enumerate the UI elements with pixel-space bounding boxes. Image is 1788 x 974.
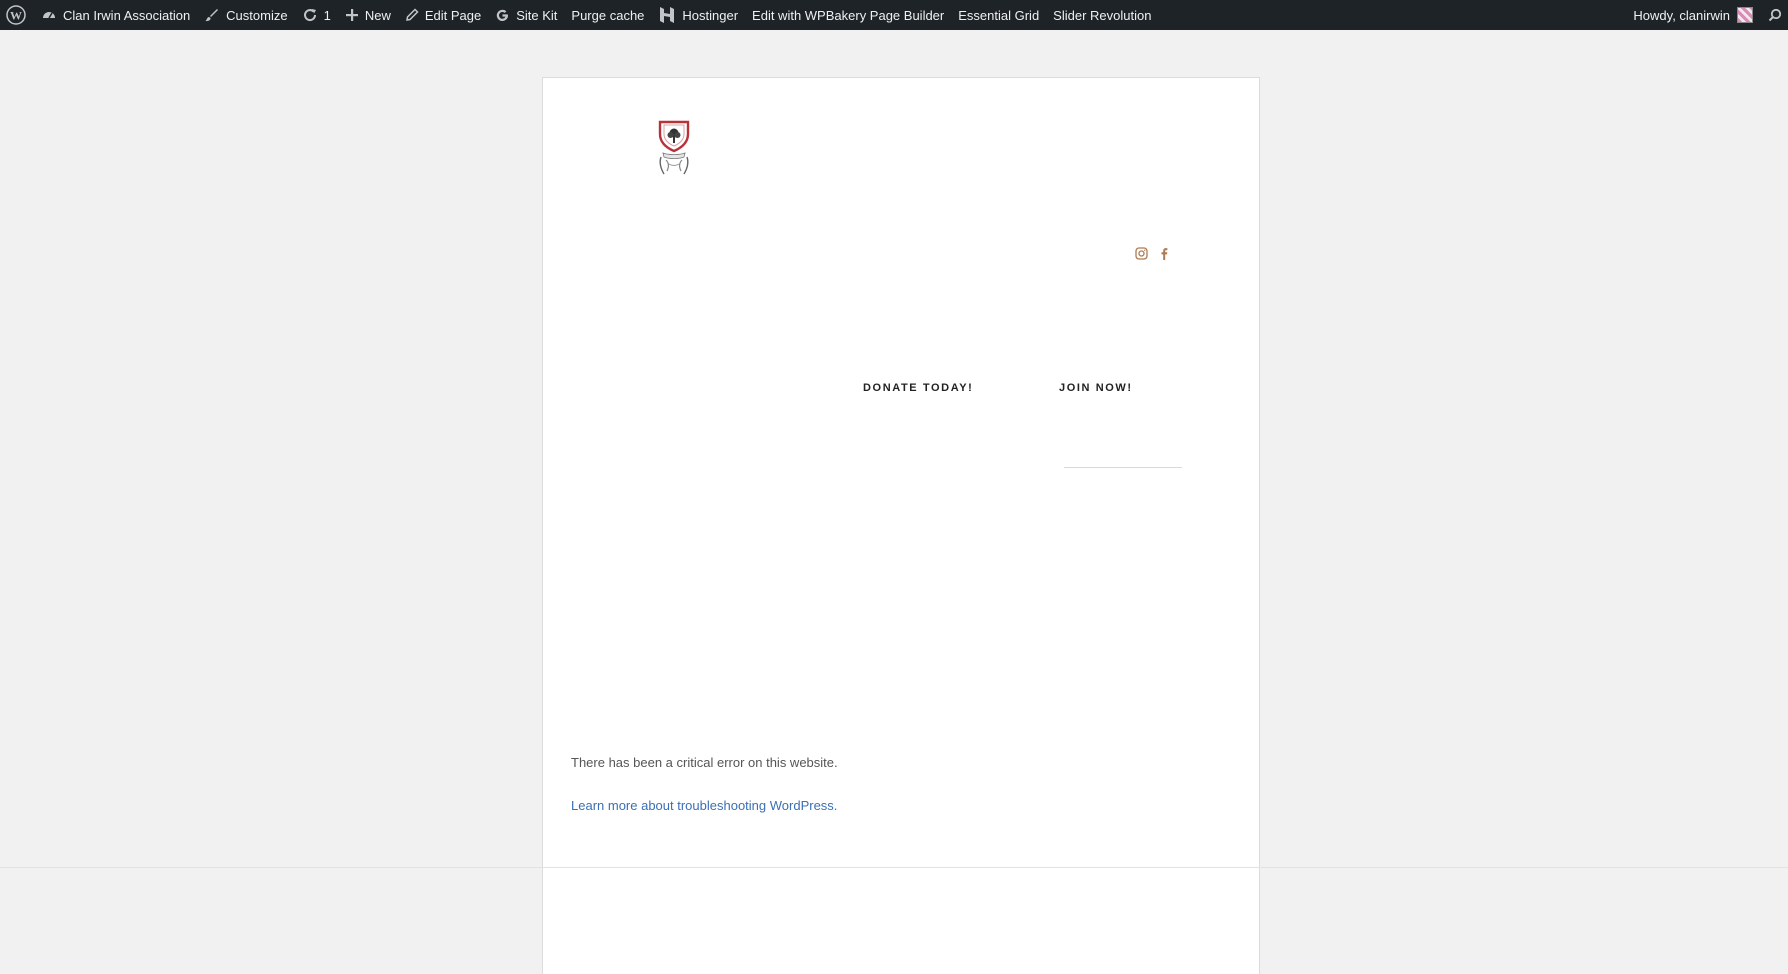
account-menu[interactable]: Howdy, clanirwin (1626, 0, 1760, 30)
admin-bar-left: W Clan Irwin Association Customize 1 New… (0, 0, 1158, 30)
site-name-menu[interactable]: Clan Irwin Association (34, 0, 197, 30)
edit-page-label: Edit Page (424, 7, 482, 23)
essential-grid-label: Essential Grid (958, 7, 1040, 23)
purge-cache-button[interactable]: Purge cache (564, 0, 651, 30)
hostinger-label: Hostinger (682, 7, 739, 23)
slider-revolution-button[interactable]: Slider Revolution (1046, 0, 1158, 30)
header-divider (1064, 467, 1182, 468)
site-kit-label: Site Kit (516, 7, 558, 23)
admin-bar-right: Howdy, clanirwin (1626, 0, 1788, 30)
edit-page-button[interactable]: Edit Page (398, 0, 488, 30)
google-g-icon (497, 9, 509, 21)
instagram-icon[interactable] (1135, 247, 1148, 260)
critical-error-message: There has been a critical error on this … (571, 755, 838, 770)
wordpress-icon: W (6, 5, 26, 25)
customize-label: Customize (226, 7, 288, 23)
new-content-button[interactable]: New (338, 0, 398, 30)
plus-icon (345, 9, 358, 21)
customize-button[interactable]: Customize (197, 0, 294, 30)
wpbakery-label: Edit with WPBakery Page Builder (752, 7, 945, 23)
update-icon (303, 9, 316, 22)
search-icon (1768, 8, 1782, 22)
pencil-icon (405, 8, 419, 21)
updates-count: 1 (323, 7, 331, 23)
site-name-label: Clan Irwin Association (63, 7, 191, 23)
admin-search-button[interactable] (1760, 0, 1788, 30)
slider-revolution-label: Slider Revolution (1053, 7, 1152, 23)
svg-text:W: W (10, 9, 22, 23)
footer-divider (0, 867, 1788, 868)
howdy-label: Howdy, clanirwin (1633, 7, 1730, 23)
updates-button[interactable]: 1 (295, 0, 338, 30)
social-links (1135, 247, 1171, 260)
hostinger-icon (660, 7, 675, 23)
wordpress-logo-menu[interactable]: W (0, 0, 34, 30)
clan-crest-logo[interactable] (657, 119, 691, 177)
troubleshooting-link[interactable]: Learn more about troubleshooting WordPre… (571, 798, 837, 813)
new-label: New (364, 7, 391, 23)
nav-donate-link[interactable]: DONATE TODAY! (863, 382, 973, 394)
admin-bar: W Clan Irwin Association Customize 1 New… (0, 0, 1788, 30)
wpbakery-button[interactable]: Edit with WPBakery Page Builder (745, 0, 951, 30)
avatar (1737, 7, 1753, 23)
hostinger-button[interactable]: Hostinger (651, 0, 745, 30)
site-kit-button[interactable]: Site Kit (488, 0, 564, 30)
paintbrush-icon (205, 9, 219, 22)
dashboard-icon (43, 12, 55, 19)
page-container: DONATE TODAY! JOIN NOW! There has been a… (542, 77, 1260, 974)
facebook-icon[interactable] (1158, 247, 1171, 260)
purge-cache-label: Purge cache (571, 7, 645, 23)
essential-grid-button[interactable]: Essential Grid (951, 0, 1046, 30)
nav-join-link[interactable]: JOIN NOW! (1059, 382, 1133, 394)
